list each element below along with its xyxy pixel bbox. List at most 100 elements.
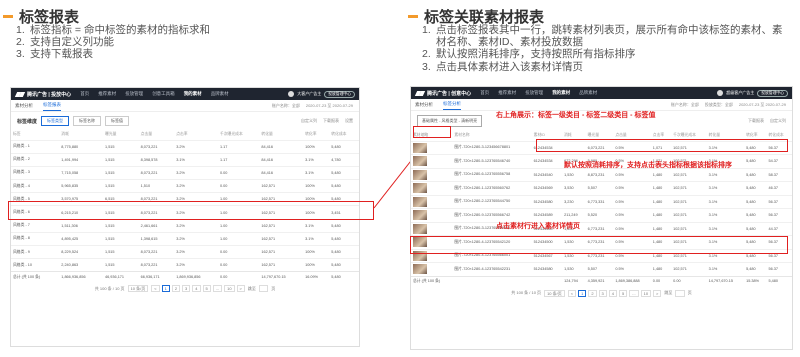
material-thumbnail[interactable]	[413, 183, 427, 194]
table-row[interactable]: 风格类 - 1 8,775,880 1,515 8,073,221 3.2% 1.17 84…	[11, 139, 359, 154]
tab-material-analysis[interactable]: 素材分析	[15, 103, 33, 111]
nav-item-active[interactable]: 我的素材	[184, 91, 202, 97]
table-cell: 16.09%	[303, 271, 330, 282]
download-report-button[interactable]: 下载报表	[748, 118, 764, 124]
tag-name-button[interactable]: 标签名称	[73, 116, 102, 126]
table-cell: 66,936,171	[138, 271, 175, 282]
nav-item[interactable]: 推荐素材	[498, 90, 516, 96]
table-cell	[411, 262, 453, 276]
page-button[interactable]: 2	[588, 289, 597, 297]
nav-item-active[interactable]: 我的素材	[552, 90, 570, 96]
table-cell: 1,480	[650, 208, 672, 222]
material-thumbnail[interactable]	[413, 169, 427, 180]
date-range-filter[interactable]: 2020-07-23 至 2020-07-29	[306, 103, 353, 109]
tab-tag-report[interactable]: 标签报表	[43, 102, 61, 111]
table-row[interactable]: 风格类 - 7 1,511,306 1,515 2,461,661 3.2% 1.00 16…	[11, 218, 359, 233]
table-row[interactable]: 风格类 - 3 7,715,058 1,515 8,073,221 3.2% 0.00 84…	[11, 165, 359, 180]
page-button[interactable]: >	[236, 285, 245, 293]
date-range-filter[interactable]: 2020-07-23 至 2020-07-29	[739, 102, 786, 108]
material-thumbnail[interactable]	[413, 196, 427, 207]
table-cell: 0.5%	[613, 221, 651, 236]
page-button[interactable]: 3	[598, 289, 607, 297]
nav-item[interactable]: 首页	[480, 90, 489, 96]
table-row[interactable]: 风格类 - 9 8,229,524 1,515 8,073,221 3.2% 0.00 16…	[11, 244, 359, 259]
delivery-type-filter[interactable]: 投放类型：全部	[705, 102, 733, 108]
table-cell: 3.1%	[706, 167, 745, 182]
column-header[interactable]: 点击率	[174, 130, 218, 140]
page-button[interactable]: >	[653, 289, 662, 297]
table-row[interactable]: 图片-720×1280-4-123765542231 512434580 1,530…	[411, 262, 792, 276]
custom-columns-button[interactable]: 自定义列	[770, 118, 786, 124]
column-header[interactable]: 点击量	[139, 130, 175, 140]
settings-button[interactable]: 设置	[345, 118, 353, 124]
logo: 腾讯广告 | 投放中心	[15, 91, 71, 98]
column-header[interactable]: 曝光量	[103, 130, 139, 140]
download-report-button[interactable]: 下载报表	[323, 118, 339, 124]
nav-item[interactable]: 创意工具箱	[152, 91, 175, 97]
material-thumbnail[interactable]	[413, 142, 427, 153]
nav-item[interactable]: 品牌素材	[579, 90, 597, 96]
nav-item[interactable]: 推荐素材	[98, 91, 116, 97]
page-button[interactable]: 2	[171, 285, 181, 293]
page-button[interactable]: 10	[224, 285, 235, 293]
table-cell: 2,461,661	[138, 218, 175, 233]
column-header[interactable]: 素材名称	[452, 131, 531, 141]
table-cell: 1,869,386,888	[613, 275, 651, 286]
table-cell: 8,073,221	[138, 165, 175, 180]
page-button[interactable]: ...	[629, 289, 639, 297]
page-jump-input[interactable]	[258, 285, 269, 293]
page-button[interactable]: 5	[619, 289, 628, 297]
material-thumbnail[interactable]	[413, 264, 427, 275]
account-filter[interactable]: 账户名称：全部	[272, 103, 300, 109]
material-thumbnail[interactable]	[413, 156, 427, 167]
user-center-button[interactable]: 投放管理中心	[324, 90, 355, 98]
table-row[interactable]: 图片-720×1280-9-123765566742 512434589 211,2…	[411, 208, 792, 222]
page-button[interactable]: <	[151, 285, 160, 293]
page-button[interactable]: 1	[161, 285, 170, 293]
nav-item[interactable]: 品牌素材	[211, 91, 229, 97]
column-header[interactable]: 标签	[11, 130, 59, 140]
table-row[interactable]: 图片-720×1280-3-123765559001 512434540 1,530…	[411, 221, 792, 236]
page-button[interactable]: ...	[212, 285, 223, 293]
page-button[interactable]: 4	[608, 289, 618, 297]
table-cell: 3.2%	[174, 258, 218, 272]
nav-item[interactable]: 投放管理	[125, 91, 143, 97]
user-center-button[interactable]: 投放管理中心	[757, 89, 788, 97]
column-header[interactable]: 转化成本	[329, 130, 359, 140]
table-row[interactable]: 风格类 - 8 4,895,425 1,515 1,398,615 3.2% 1.00 16…	[11, 231, 359, 246]
table-cell: 5,507	[585, 181, 614, 195]
page-button[interactable]: 4	[192, 285, 201, 293]
column-header[interactable]: 转化率	[303, 130, 329, 140]
custom-columns-button[interactable]: 自定义列	[301, 118, 317, 124]
table-row[interactable]: 风格类 - 4 5,965,835 1,515 1,510 3.2% 0.00 162,57…	[11, 179, 359, 193]
nav-item[interactable]: 投放管理	[525, 90, 543, 96]
column-header[interactable]: 消耗	[59, 130, 103, 140]
table-row[interactable]: 图片-720×1280-6-123765556758 512434540 1,530…	[411, 167, 792, 182]
page-button[interactable]: 3	[182, 285, 191, 293]
table-row[interactable]: 风格类 - 2 1,491,994 1,515 8,398,578 3.1% 1.17 84…	[11, 152, 359, 167]
table-cell: 图片-720×1280-9-123765566742	[452, 208, 532, 222]
page-button[interactable]: <	[567, 289, 577, 297]
column-header[interactable]: 转化量	[259, 130, 303, 140]
tab-material-analysis[interactable]: 素材分析	[415, 102, 433, 110]
account-filter[interactable]: 账户名称：全部	[671, 102, 699, 108]
column-header[interactable]: 千次曝光成本	[218, 130, 259, 140]
page-button[interactable]: 10	[640, 289, 652, 297]
page-size-select[interactable]: 10 条/页	[127, 285, 149, 293]
table-row[interactable]: 风格类 - 10 2,240,863 1,515 8,073,221 3.2% 0.00 1…	[11, 258, 359, 272]
page-jump-input[interactable]	[675, 289, 685, 297]
page-button[interactable]: 1	[578, 289, 587, 297]
page-size-select[interactable]: 10 条/页	[544, 289, 565, 297]
page-button[interactable]: 5	[202, 285, 211, 293]
avatar[interactable]	[288, 91, 295, 97]
table-row[interactable]: 图片-720×1280-2-123765544750 512434580 3,230…	[411, 194, 792, 209]
tag-value-button[interactable]: 标签值	[105, 116, 130, 126]
material-thumbnail[interactable]	[413, 210, 427, 221]
table-row[interactable]: 图片-720×1280-1-123765560762 512434569 3,530…	[411, 181, 792, 195]
dash-icon	[408, 15, 418, 18]
tab-tag-analysis[interactable]: 标签分析	[443, 101, 461, 110]
tag-type-button[interactable]: 标签类型	[41, 116, 70, 126]
nav-item[interactable]: 首页	[80, 91, 89, 97]
avatar[interactable]	[717, 90, 724, 96]
material-thumbnail[interactable]	[413, 223, 427, 234]
